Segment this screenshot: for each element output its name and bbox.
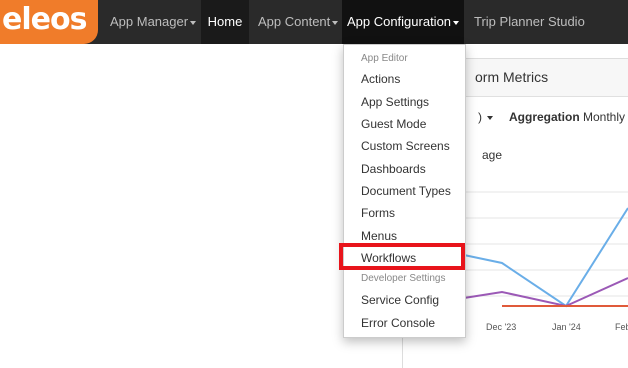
aggregation-select[interactable]: Monthly xyxy=(583,110,625,124)
panel-title: orm Metrics xyxy=(475,69,549,85)
chart-grid xyxy=(464,191,628,297)
menu-item-menus[interactable]: Menus xyxy=(361,229,397,243)
menu-item-forms[interactable]: Forms xyxy=(361,206,395,220)
dropdown-header-app-editor: App Editor xyxy=(361,53,408,64)
menu-item-dashboards[interactable]: Dashboards xyxy=(361,162,426,176)
nav-app-manager[interactable]: App Manager xyxy=(110,0,197,44)
caret-down-icon xyxy=(453,20,460,25)
caret-down-icon xyxy=(190,20,197,25)
x-tick-label: Dec '23 xyxy=(486,322,517,332)
caret-down-icon xyxy=(332,20,339,25)
chart-lines xyxy=(463,207,628,308)
top-navbar: eleos App Manager Home App Content App C… xyxy=(0,0,628,44)
nav-app-content[interactable]: App Content xyxy=(258,0,339,44)
menu-item-error-console[interactable]: Error Console xyxy=(361,316,435,330)
menu-item-actions[interactable]: Actions xyxy=(361,72,400,86)
nav-trip-planner-studio[interactable]: Trip Planner Studio xyxy=(474,0,585,44)
app-configuration-dropdown: App Editor Actions App Settings Guest Mo… xyxy=(343,44,466,338)
dropdown-header-developer-settings: Developer Settings xyxy=(361,273,446,284)
x-tick-label: Jan '24 xyxy=(552,322,581,332)
menu-item-service-config[interactable]: Service Config xyxy=(361,293,439,307)
workflows-highlight-box xyxy=(339,243,465,270)
menu-item-app-settings[interactable]: App Settings xyxy=(361,95,429,109)
caret-down-icon xyxy=(487,115,494,120)
menu-item-custom-screens[interactable]: Custom Screens xyxy=(361,139,450,153)
nav-app-configuration[interactable]: App Configuration xyxy=(342,0,464,44)
menu-item-guest-mode[interactable]: Guest Mode xyxy=(361,117,426,131)
series-line xyxy=(463,207,628,308)
logo-text: eleos xyxy=(2,2,87,37)
logo[interactable]: eleos xyxy=(0,0,98,44)
aggregation-label: Aggregation xyxy=(509,110,580,124)
menu-item-document-types[interactable]: Document Types xyxy=(361,184,451,198)
range-select[interactable]: ) xyxy=(478,110,494,124)
nav-home[interactable]: Home xyxy=(201,0,249,44)
legend-fragment: age xyxy=(482,148,503,162)
x-tick-label: Feb xyxy=(615,322,628,332)
